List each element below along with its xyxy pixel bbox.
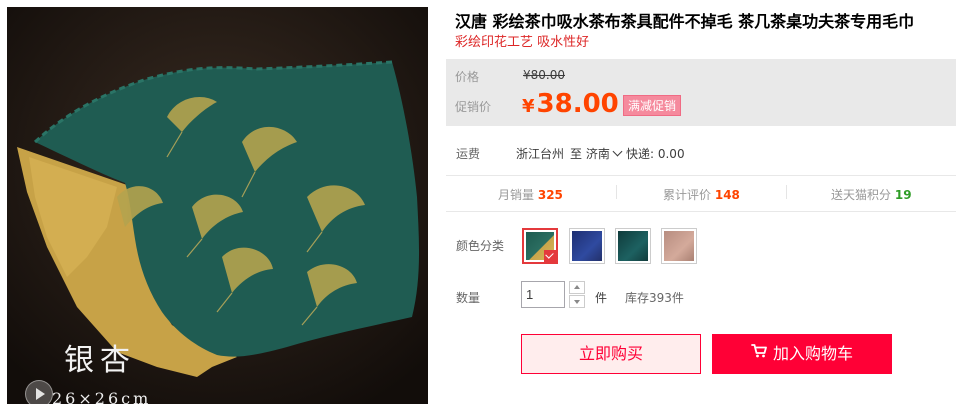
product-title: 汉唐 彩绘茶巾吸水茶布茶具配件不掉毛 茶几茶桌功夫茶专用毛巾 bbox=[455, 12, 915, 31]
chevron-down-icon bbox=[612, 146, 623, 157]
price-box: 价格 ¥80.00 促销价 ¥38.00 满减促销 bbox=[446, 59, 956, 126]
currency-symbol: ¥ bbox=[522, 96, 535, 117]
shipping-destination-select[interactable]: 至 济南 bbox=[570, 145, 623, 162]
swatch-teal[interactable] bbox=[615, 228, 651, 264]
sales-stats: 月销量 325 累计评价 148 送天猫积分 19 bbox=[446, 175, 956, 212]
swatch-image bbox=[572, 231, 602, 261]
quantity-increase-button[interactable] bbox=[569, 281, 585, 294]
product-detail: 银杏 26×26cm 汉唐 彩绘茶巾吸水茶布茶具配件不掉毛 茶几茶桌功夫茶专用毛… bbox=[0, 0, 975, 404]
cumulative-reviews[interactable]: 累计评价 148 bbox=[663, 186, 740, 203]
image-caption-name: 银杏 bbox=[64, 343, 136, 378]
promo-badge[interactable]: 满减促销 bbox=[623, 95, 682, 116]
points-count: 19 bbox=[894, 188, 912, 202]
play-video-icon[interactable] bbox=[25, 380, 53, 404]
image-caption-size: 26×26cm bbox=[52, 389, 152, 404]
product-image[interactable]: 银杏 26×26cm bbox=[7, 7, 428, 404]
shipping-from: 浙江台州 bbox=[516, 147, 565, 161]
swatch-green-gold[interactable] bbox=[522, 228, 558, 264]
monthly-sales: 月销量 325 bbox=[498, 186, 563, 203]
original-price-label: 价格 bbox=[455, 70, 480, 84]
quantity-input[interactable] bbox=[521, 281, 565, 308]
add-to-cart-label: 加入购物车 bbox=[772, 344, 853, 363]
quantity-unit: 件 bbox=[595, 291, 608, 305]
divider bbox=[616, 185, 617, 199]
shipping-label: 运费 bbox=[456, 147, 481, 161]
shipping-fee: 快递: 0.00 bbox=[626, 147, 685, 161]
points-label: 送天猫积分 bbox=[831, 188, 892, 202]
quantity-decrease-button[interactable] bbox=[569, 295, 585, 308]
quantity-label: 数量 bbox=[456, 291, 481, 305]
promo-price-label: 促销价 bbox=[455, 100, 492, 114]
add-to-cart-button[interactable]: 加入购物车 bbox=[712, 334, 892, 374]
swatch-image bbox=[664, 231, 694, 261]
monthly-sales-count: 325 bbox=[537, 188, 563, 202]
stock-count: 库存393件 bbox=[625, 291, 684, 305]
shipping-destination: 至 济南 bbox=[570, 147, 610, 161]
monthly-sales-label: 月销量 bbox=[498, 188, 535, 202]
selected-check-icon bbox=[544, 250, 556, 262]
product-subtitle: 彩绘印花工艺 吸水性好 bbox=[455, 35, 590, 50]
shopping-cart-icon bbox=[751, 333, 767, 373]
promo-price: ¥38.00 bbox=[522, 89, 619, 119]
buy-now-button[interactable]: 立即购买 bbox=[521, 334, 701, 374]
tmall-points[interactable]: 送天猫积分 19 bbox=[831, 186, 912, 203]
reviews-label: 累计评价 bbox=[663, 188, 712, 202]
reviews-count: 148 bbox=[714, 188, 740, 202]
swatch-blue[interactable] bbox=[569, 228, 605, 264]
swatch-pink[interactable] bbox=[661, 228, 697, 264]
original-price: ¥80.00 bbox=[523, 68, 565, 82]
swatch-image bbox=[618, 231, 648, 261]
divider bbox=[786, 185, 787, 199]
promo-price-value: 38.00 bbox=[536, 89, 619, 119]
color-option-label: 颜色分类 bbox=[456, 239, 505, 253]
